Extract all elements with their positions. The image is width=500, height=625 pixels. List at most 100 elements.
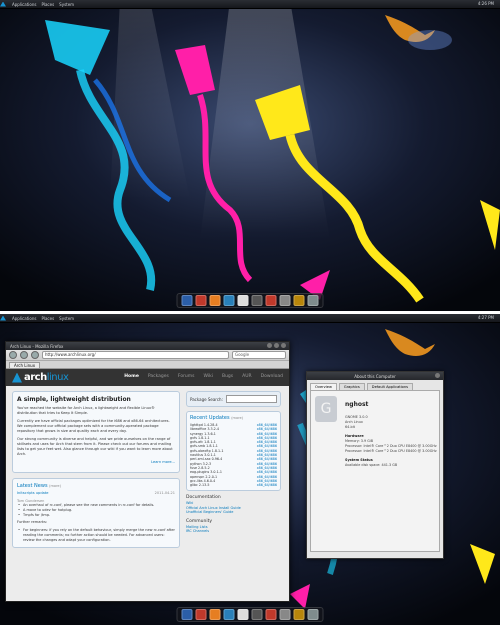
menu-places[interactable]: Places [41, 316, 54, 321]
nav-wiki[interactable]: Wiki [204, 374, 213, 379]
intro-box: A simple, lightweight distribution You'v… [12, 391, 180, 473]
arch-logo-icon[interactable] [0, 315, 6, 321]
update-package-name[interactable]: glibc 2.13-5 [190, 483, 210, 487]
news-item-title[interactable]: Initscripts update [17, 491, 48, 496]
news-more-link[interactable]: (more) [49, 484, 61, 488]
browser-titlebar[interactable]: Arch Linux - Mozilla Firefox [6, 342, 289, 350]
terminal-icon[interactable] [195, 609, 207, 620]
about-titlebar[interactable]: About this Computer [307, 372, 443, 380]
intro-paragraph: Currently we have official packages opti… [17, 419, 170, 433]
update-row: glibc 2.13-5 x86_64/i686 [190, 483, 277, 487]
files-icon[interactable] [209, 609, 221, 620]
menu-places[interactable]: Places [41, 2, 54, 7]
about-body: G nghost GNOME 3.0.0 Arch Linux 64-bit H… [310, 390, 440, 552]
image-icon[interactable] [279, 609, 291, 620]
music-icon[interactable] [293, 295, 305, 306]
browser-icon[interactable] [181, 609, 193, 620]
package-search: Package Search: [186, 391, 281, 407]
window-title: Arch Linux - Mozilla Firefox [10, 343, 64, 349]
intro-paragraph: Our strong community is diverse and help… [17, 437, 173, 456]
chat-icon[interactable] [223, 295, 235, 306]
menu-applications[interactable]: Applications [12, 2, 36, 7]
updates-list: lighttpd 1.4.28-4 x86_64/i686 libreoffice … [190, 423, 277, 487]
nav-home[interactable]: Home [124, 374, 139, 379]
about-tabs: Overview Graphics Default Applications [307, 380, 443, 390]
news-box: Latest News (more) Initscripts update 20… [12, 478, 180, 548]
gnome-logo-icon: G [315, 396, 337, 422]
news-bullet: Tmpfs for /tmp. [17, 513, 175, 518]
panel-clock[interactable]: 4:26 PM [478, 1, 494, 6]
desktop-top: Applications Places System 4:26 PM [0, 0, 500, 311]
nav-aur[interactable]: AUR [242, 374, 252, 379]
intro-paragraph: You've reached the website for Arch Linu… [17, 406, 155, 415]
hostname: nghost [345, 401, 369, 408]
files-icon[interactable] [209, 295, 221, 306]
tab-default-applications[interactable]: Default Applications [366, 383, 414, 390]
about-window-title: About this Computer [354, 373, 396, 379]
trash-icon[interactable] [265, 295, 277, 306]
nav-download[interactable]: Download [261, 374, 283, 379]
tab-overview[interactable]: Overview [310, 383, 337, 390]
site-nav: Home Packages Forums Wiki Bugs AUR Downl… [124, 374, 283, 379]
tab-graphics[interactable]: Graphics [338, 383, 365, 390]
package-search-label: Package Search: [190, 396, 223, 402]
music-icon[interactable] [293, 609, 305, 620]
logo-sub-text: linux [46, 372, 69, 383]
menu-applications[interactable]: Applications [12, 316, 36, 321]
hardware-line: Processor: Intel® Core™2 Duo CPU E8400 @… [345, 449, 437, 453]
updates-more-link[interactable]: (more) [231, 416, 243, 420]
settings-icon[interactable] [251, 295, 263, 306]
image-icon[interactable] [279, 295, 291, 306]
main-column: A simple, lightweight distribution You'v… [12, 391, 180, 553]
back-icon[interactable] [9, 351, 17, 359]
close-icon[interactable] [281, 343, 286, 348]
arch-triangle-icon [12, 372, 22, 383]
nav-forums[interactable]: Forums [178, 374, 195, 379]
menu-system[interactable]: System [59, 2, 74, 7]
url-bar[interactable]: http://www.archlinux.org/ [42, 351, 229, 359]
update-package-arch: x86_64/i686 [256, 483, 277, 488]
panel-clock[interactable]: 4:27 PM [478, 315, 494, 320]
top-panel: Applications Places System 4:26 PM [0, 0, 500, 9]
desktop-bottom: Applications Places System 4:27 PM Arch … [0, 314, 500, 625]
news-title: Latest News [17, 483, 48, 489]
menu-system[interactable]: System [59, 316, 74, 321]
gnome-logo-letter: G [320, 401, 332, 417]
browser-icon[interactable] [181, 295, 193, 306]
learn-more-link[interactable]: Learn more... [17, 460, 175, 465]
terminal-icon[interactable] [195, 295, 207, 306]
reload-icon[interactable] [31, 351, 39, 359]
chat-icon[interactable] [223, 609, 235, 620]
dock [176, 293, 324, 308]
package-search-input[interactable] [225, 395, 277, 403]
sidebar: Package Search: Recent Updates (more) li… [186, 391, 281, 553]
tab-arch-linux[interactable]: Arch Linux [9, 362, 41, 368]
maximize-icon[interactable] [274, 343, 279, 348]
close-icon[interactable] [435, 373, 440, 378]
doc-link[interactable]: Unofficial Beginners' Guide [186, 510, 281, 515]
settings-icon[interactable] [251, 609, 263, 620]
community-title: Community [186, 518, 213, 524]
browser-window: Arch Linux - Mozilla Firefox http://www.… [5, 341, 290, 602]
nav-packages[interactable]: Packages [148, 374, 169, 379]
tab-bar: Arch Linux [6, 361, 289, 369]
trash-icon[interactable] [265, 609, 277, 620]
media-icon[interactable] [237, 609, 249, 620]
media-icon[interactable] [237, 295, 249, 306]
community-link[interactable]: IRC Channels [186, 529, 281, 534]
bottom-panel: Applications Places System 4:27 PM [0, 314, 500, 323]
system-line: Available disk space: 441.3 GB [345, 463, 398, 467]
app-icon[interactable] [307, 609, 319, 620]
minimize-icon[interactable] [267, 343, 272, 348]
about-dialog: About this Computer Overview Graphics De… [306, 371, 444, 559]
app-icon[interactable] [307, 295, 319, 306]
search-input[interactable]: Google [232, 351, 286, 359]
info-line: 64-bit [345, 425, 355, 429]
arch-logo[interactable]: archlinux [12, 372, 69, 383]
browser-toolbar: http://www.archlinux.org/ Google [6, 350, 289, 361]
arch-logo-icon[interactable] [0, 1, 6, 7]
updates-title: Recent Updates [190, 415, 230, 421]
news-paragraph: For beginners: if you rely on the defaul… [17, 528, 175, 543]
forward-icon[interactable] [20, 351, 28, 359]
nav-bugs[interactable]: Bugs [222, 374, 233, 379]
